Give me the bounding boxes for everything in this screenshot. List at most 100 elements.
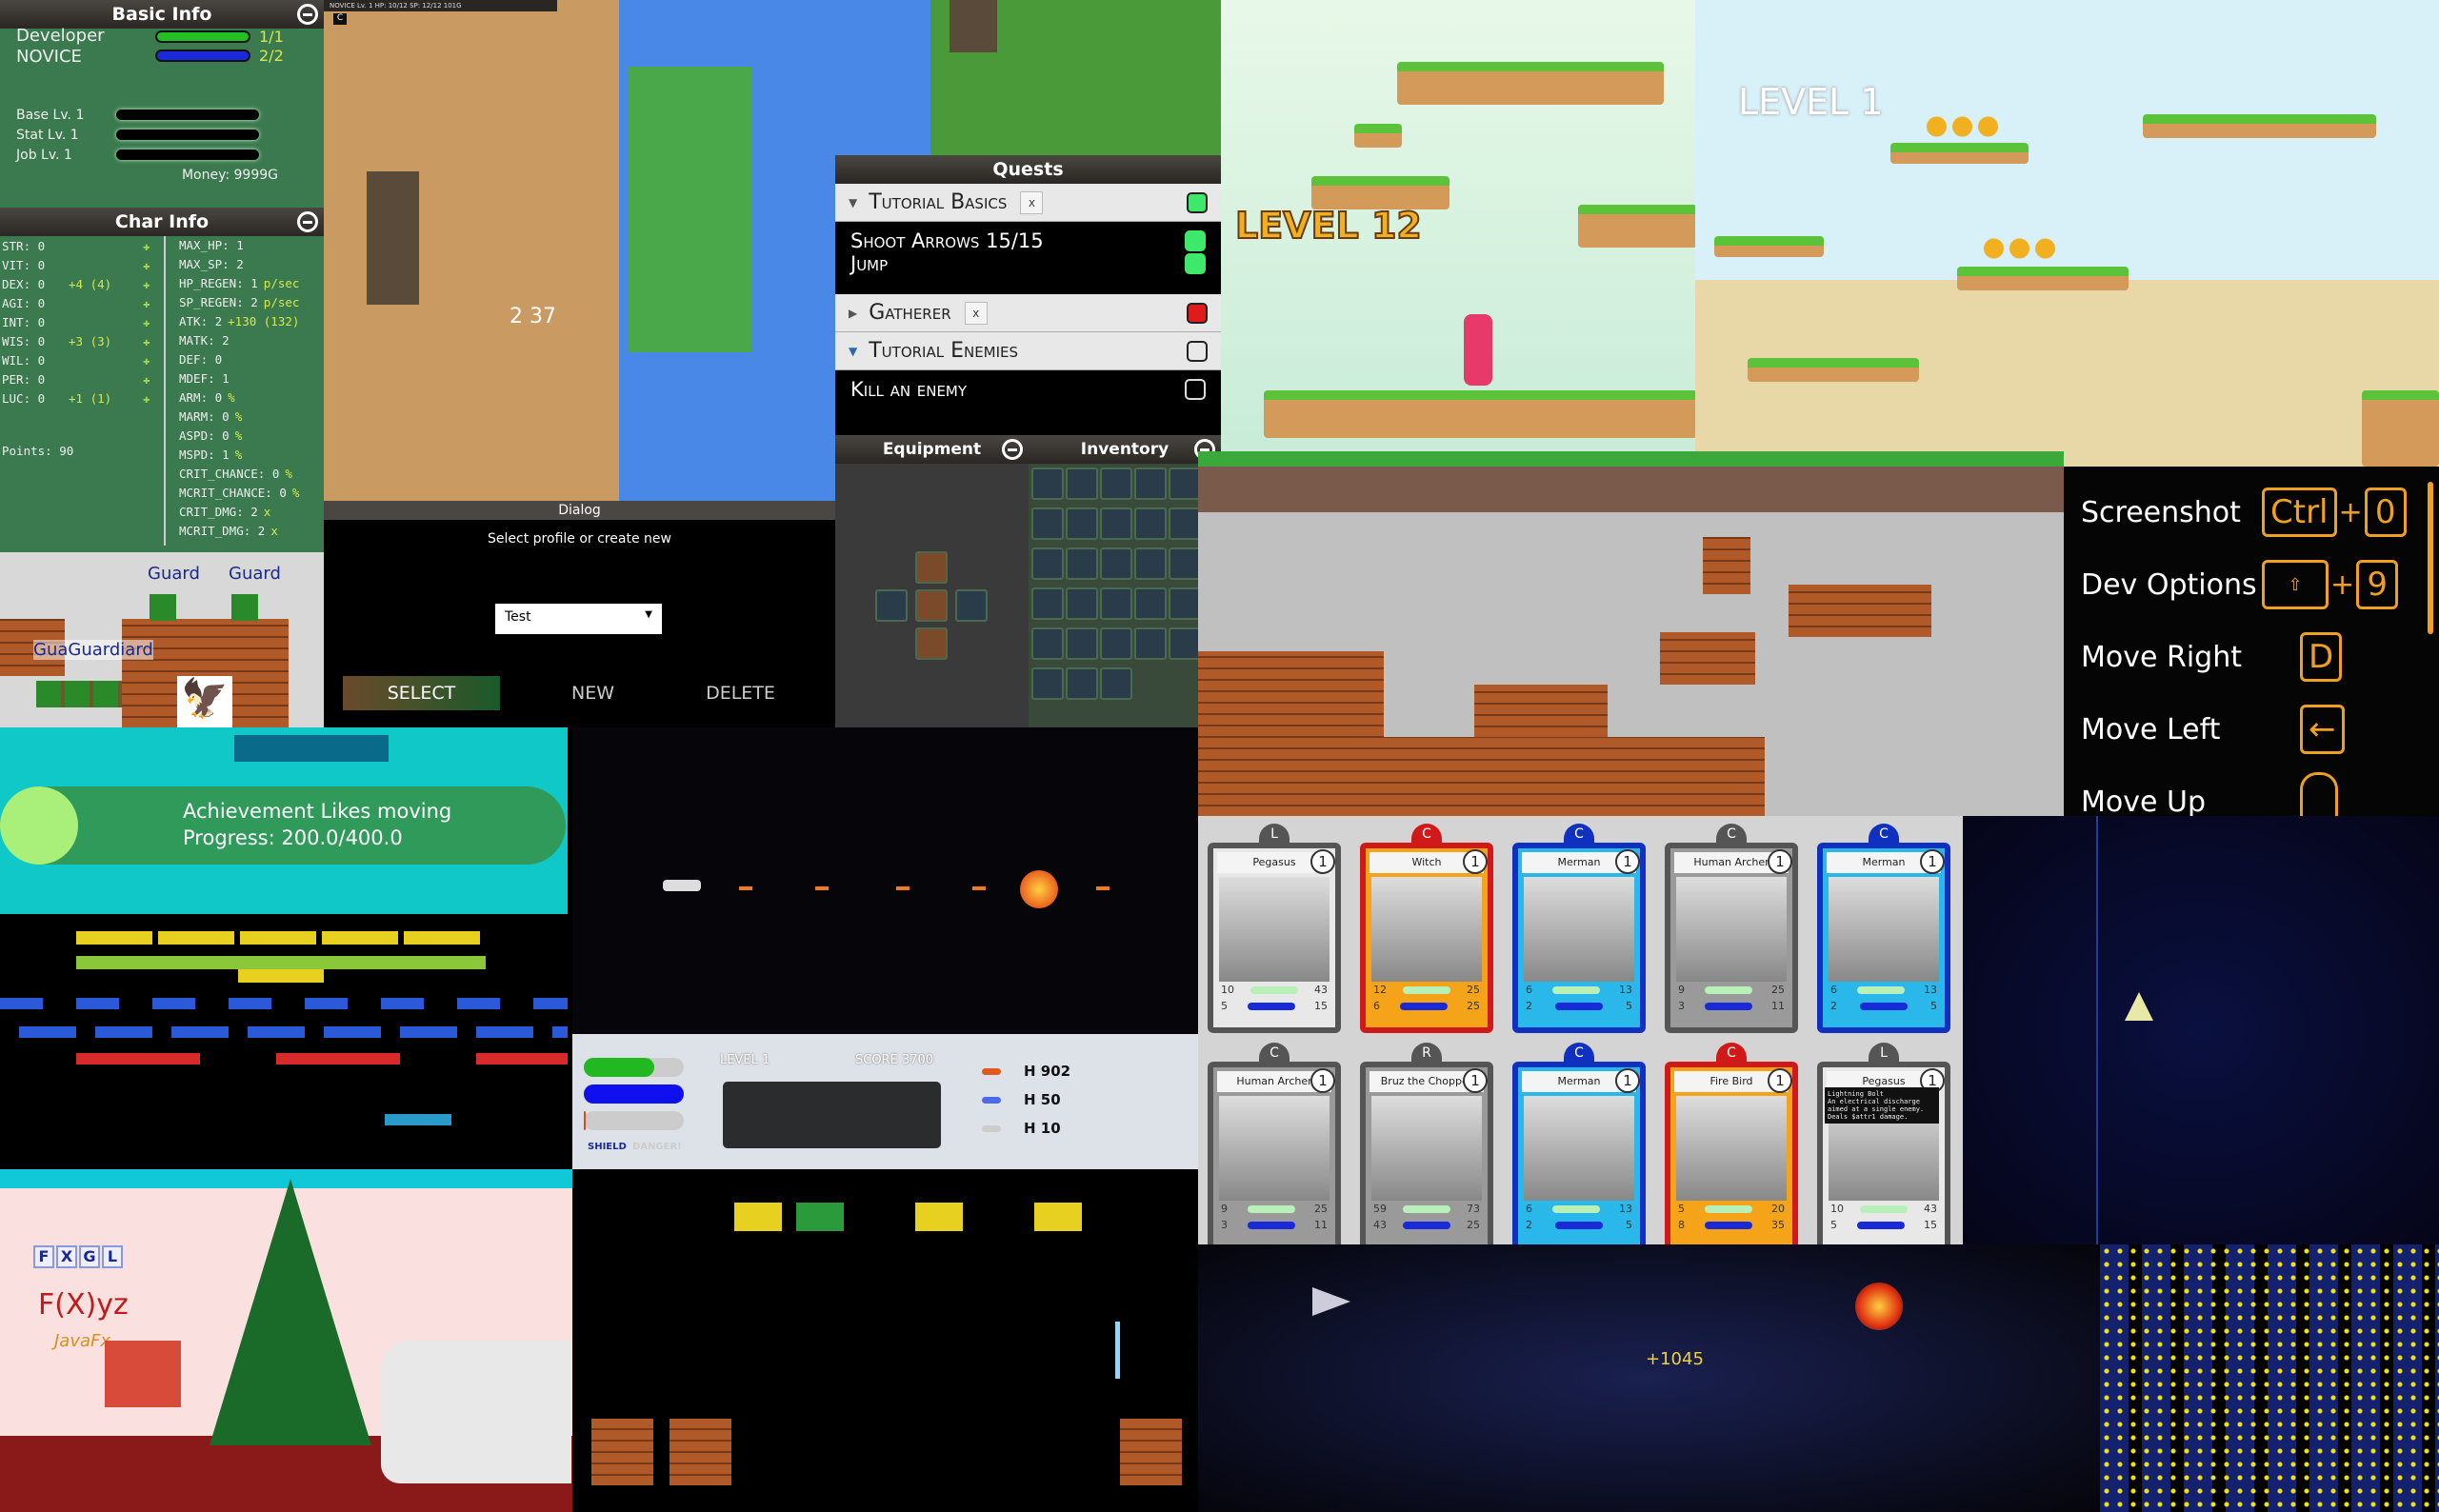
inventory-slot[interactable] <box>1169 507 1201 540</box>
collapse-icon[interactable] <box>1002 439 1023 460</box>
inventory-slot[interactable] <box>1134 507 1167 540</box>
profile-select[interactable]: Test ▼ <box>495 604 662 634</box>
card-art <box>1524 877 1634 982</box>
tank-label: Guard <box>148 564 200 584</box>
card[interactable]: C Fire Bird 1 5 20 8 35 <box>1665 1043 1798 1244</box>
expanded-arrow-icon[interactable]: ▼ <box>849 345 857 358</box>
card[interactable]: C Human Archer 1 9 25 3 11 <box>1665 824 1798 1033</box>
geometry-wars-view[interactable] <box>1963 816 2439 1244</box>
space-shooter-view[interactable] <box>572 727 1198 1034</box>
collapse-icon[interactable] <box>297 4 318 25</box>
quest-group[interactable]: ▼ Tutorial Enemies <box>835 332 1221 370</box>
brick-platformer-view[interactable] <box>1198 451 2064 816</box>
add-stat-button[interactable]: ✚ <box>143 334 150 348</box>
inventory-slot[interactable] <box>1134 627 1167 660</box>
card-atk: 12 <box>1373 984 1387 996</box>
card[interactable]: R Bruz the Chopper 1 59 73 43 25 <box>1360 1043 1493 1244</box>
equip-slot-offhand[interactable] <box>955 589 988 622</box>
inventory-slot[interactable] <box>1031 507 1064 540</box>
scrollbar[interactable] <box>2428 482 2433 634</box>
attr-unit: % <box>291 486 300 500</box>
quest-group[interactable]: ▼ Tutorial Basics x <box>835 184 1221 222</box>
inventory-slot[interactable] <box>1066 468 1098 500</box>
inventory-slot[interactable] <box>1066 667 1098 700</box>
inventory-slot[interactable] <box>1031 667 1064 700</box>
rpg-map-view[interactable]: NOVICE Lv. 1 HP: 10/12 SP: 12/12 101G C … <box>324 0 835 501</box>
inventory-slot[interactable] <box>1066 627 1098 660</box>
select-button[interactable]: SELECT <box>343 676 500 710</box>
remove-quest-button[interactable]: x <box>964 301 988 325</box>
inventory-slot[interactable] <box>1100 507 1132 540</box>
expanded-arrow-icon[interactable]: ▼ <box>849 196 857 209</box>
panel-title: Equipment <box>882 440 982 459</box>
inventory-slot[interactable] <box>1031 587 1064 620</box>
equip-slot-weapon[interactable] <box>875 589 908 622</box>
platformer-level-1[interactable]: LEVEL 1 <box>1695 0 2439 467</box>
inventory-slot[interactable] <box>1031 627 1064 660</box>
card[interactable]: C Witch 1 12 25 6 25 <box>1360 824 1493 1033</box>
card-hp: 73 <box>1467 1203 1480 1215</box>
sofa <box>381 1341 571 1483</box>
add-stat-button[interactable]: ✚ <box>143 258 150 272</box>
card-atk: 10 <box>1830 1203 1844 1215</box>
bullet <box>972 886 986 890</box>
dialog-title: Dialog <box>324 501 835 520</box>
add-stat-button[interactable]: ✚ <box>143 372 150 387</box>
inventory-slot[interactable] <box>1169 627 1201 660</box>
tank-game-view[interactable]: 🦅 Guard Guard GuaGuardiard <box>0 552 324 727</box>
equip-slot-body[interactable] <box>915 589 948 622</box>
inventory-slot[interactable] <box>1134 587 1167 620</box>
card[interactable]: L Pegasus 1 10 43 5 15 <box>1208 824 1341 1033</box>
inventory-slot[interactable] <box>1100 547 1132 580</box>
card[interactable]: C Merman 1 6 13 2 5 <box>1512 1043 1646 1244</box>
collapse-icon[interactable] <box>297 211 318 232</box>
platformer-level-12[interactable]: LEVEL 12 <box>1221 0 1695 451</box>
card[interactable]: C Human Archer 1 9 25 3 11 <box>1208 1043 1341 1244</box>
equip-slot-feet[interactable] <box>915 627 948 660</box>
card[interactable]: C Merman 1 6 13 2 5 <box>1512 824 1646 1033</box>
attr-row: MSPD: 1% <box>179 446 299 465</box>
inventory-slot[interactable] <box>1100 468 1132 500</box>
space-invaders-view[interactable] <box>572 1169 1198 1512</box>
radar-screen <box>723 1082 941 1148</box>
inventory-slot[interactable] <box>1100 667 1132 700</box>
add-stat-button[interactable]: ✚ <box>143 391 150 406</box>
inventory-slot[interactable] <box>1134 547 1167 580</box>
remove-quest-button[interactable]: x <box>1020 190 1044 214</box>
card-mp: 5 <box>1930 1000 1937 1012</box>
asteroid-space-view[interactable]: +1045 <box>1198 1244 2100 1512</box>
inventory-slot[interactable] <box>1066 587 1098 620</box>
char-key-button[interactable]: C <box>333 13 347 25</box>
inventory-slot[interactable] <box>1134 468 1167 500</box>
inventory-slot[interactable] <box>1066 547 1098 580</box>
equip-slot-head[interactable] <box>915 551 948 584</box>
card-art <box>1219 1096 1329 1201</box>
inventory-slot[interactable] <box>1031 468 1064 500</box>
new-button[interactable]: NEW <box>514 676 671 710</box>
delete-button[interactable]: DELETE <box>662 676 819 710</box>
inventory-slot[interactable] <box>1169 468 1201 500</box>
inventory-slot[interactable] <box>1100 627 1132 660</box>
paddle[interactable] <box>385 1114 451 1125</box>
inventory-slot[interactable] <box>1031 547 1064 580</box>
add-stat-button[interactable]: ✚ <box>143 353 150 368</box>
attr-unit: % <box>234 428 243 443</box>
add-stat-button[interactable]: ✚ <box>143 277 150 291</box>
collapsed-arrow-icon[interactable]: ▶ <box>849 307 857 320</box>
inventory-slot[interactable] <box>1100 587 1132 620</box>
add-stat-button[interactable]: ✚ <box>143 315 150 329</box>
inventory-slot[interactable] <box>1169 547 1201 580</box>
inventory-slot[interactable] <box>1066 507 1098 540</box>
stat-bonus: +1 (1) <box>69 390 112 406</box>
inventory-slot[interactable] <box>1169 587 1201 620</box>
breakout-view[interactable] <box>0 914 568 1169</box>
pacman-view[interactable] <box>2100 1244 2439 1512</box>
add-stat-button[interactable]: ✚ <box>143 296 150 310</box>
card-atk: 9 <box>1221 1203 1228 1215</box>
quest-group[interactable]: ▶ Gatherer x <box>835 294 1221 332</box>
card-def: 2 <box>1830 1000 1837 1012</box>
stat-value: DEX: 0 <box>2 276 46 291</box>
card-name: Witch <box>1411 856 1442 868</box>
add-stat-button[interactable]: ✚ <box>143 239 150 253</box>
card[interactable]: C Merman 1 6 13 2 5 <box>1817 824 1950 1033</box>
